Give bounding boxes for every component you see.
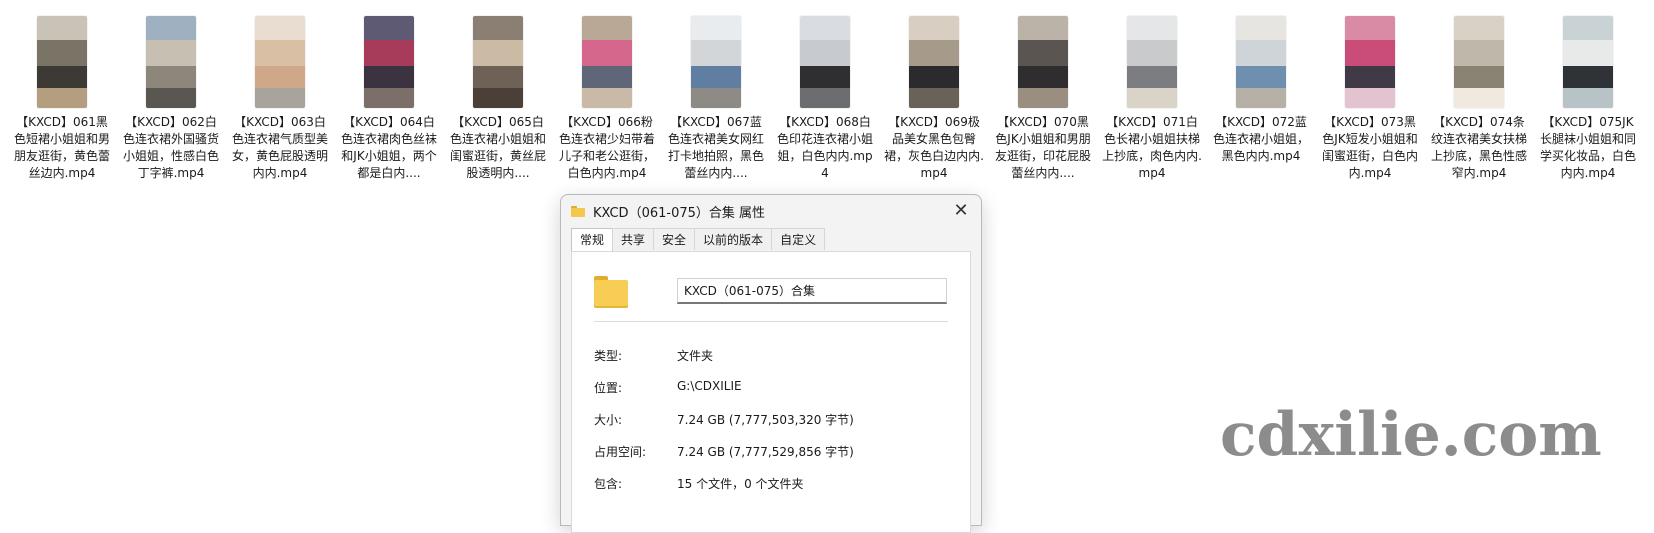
prop-value: 7.24 GB (7,777,529,856 字节)	[677, 445, 854, 459]
tab-sharing[interactable]: 共享	[612, 228, 655, 250]
tab-security[interactable]: 安全	[653, 228, 696, 250]
video-thumbnail	[909, 16, 959, 108]
video-thumbnail	[473, 16, 523, 108]
prop-value: G:\CDXILIE	[677, 379, 742, 393]
folder-icon	[571, 205, 585, 217]
prop-label: 包含:	[594, 477, 623, 491]
file-item[interactable]: 【KXCD】061黑色短裙小姐姐和男朋友逛街，黄色蕾丝边内.mp4	[12, 16, 112, 182]
video-thumbnail	[1018, 16, 1068, 108]
file-name: 【KXCD】062白色连衣裙外国骚货小姐姐，性感白色丁字裤.mp4	[122, 115, 219, 180]
file-name: 【KXCD】067蓝色连衣裙美女网红打卡地拍照，黑色蕾丝内内....	[667, 115, 764, 180]
file-name: 【KXCD】071白色长裙小姐姐扶梯上抄底，肉色内内.mp4	[1102, 115, 1202, 180]
file-item[interactable]: 【KXCD】075JK长腿袜小姐姐和同学买化妆品，白色内内.mp4	[1538, 16, 1638, 182]
file-item[interactable]: 【KXCD】065白色连衣裙小姐姐和闺蜜逛街，黄丝屁股透明内....	[448, 16, 548, 182]
tab-general[interactable]: 常规	[571, 228, 614, 252]
video-thumbnail	[37, 16, 87, 108]
file-name: 【KXCD】069极品美女黑色包臀裙，灰色白边内内.mp4	[884, 115, 984, 180]
file-name: 【KXCD】066粉色连衣裙少妇带着儿子和老公逛街，白色内内.mp4	[558, 115, 655, 180]
video-thumbnail	[800, 16, 850, 108]
file-name: 【KXCD】063白色连衣裙气质型美女，黄色屁股透明内内.mp4	[231, 115, 328, 180]
file-name: 【KXCD】072蓝色连衣裙小姐姐，黑色内内.mp4	[1212, 115, 1309, 163]
video-thumbnail	[1454, 16, 1504, 108]
file-name: 【KXCD】074条纹连衣裙美女扶梯上抄底，黑色性感窄内.mp4	[1430, 115, 1527, 180]
video-thumbnail	[582, 16, 632, 108]
file-item[interactable]: 【KXCD】068白色印花连衣裙小姐姐，白色内内.mp4	[775, 16, 875, 182]
file-item[interactable]: 【KXCD】073黑色JK短发小姐姐和闺蜜逛街，白色内内.mp4	[1320, 16, 1420, 182]
prop-value: 7.24 GB (7,777,503,320 字节)	[677, 413, 854, 427]
watermark: cdxilie.com	[1220, 400, 1602, 470]
video-thumbnail	[1345, 16, 1395, 108]
prop-label: 大小:	[594, 413, 623, 427]
divider	[594, 321, 948, 322]
prop-value: 15 个文件，0 个文件夹	[677, 477, 804, 491]
dialog-tabs: 常规 共享 安全 以前的版本 自定义	[571, 228, 826, 252]
file-item[interactable]: 【KXCD】064白色连衣裙肉色丝袜和JK小姐姐，两个都是白内....	[339, 16, 439, 182]
folder-icon	[594, 276, 628, 308]
properties-dialog: KXCD（061-075）合集 属性 ✕ 常规 共享 安全 以前的版本 自定义 …	[560, 194, 982, 533]
file-name: 【KXCD】068白色印花连衣裙小姐姐，白色内内.mp4	[776, 115, 873, 180]
file-item[interactable]: 【KXCD】071白色长裙小姐姐扶梯上抄底，肉色内内.mp4	[1102, 16, 1202, 182]
video-thumbnail	[255, 16, 305, 108]
file-name: 【KXCD】064白色连衣裙肉色丝袜和JK小姐姐，两个都是白内....	[340, 115, 437, 180]
video-thumbnail	[146, 16, 196, 108]
file-name: 【KXCD】065白色连衣裙小姐姐和闺蜜逛街，黄丝屁股透明内....	[449, 115, 546, 180]
file-item[interactable]: 【KXCD】069极品美女黑色包臀裙，灰色白边内内.mp4	[884, 16, 984, 182]
video-thumbnail	[1236, 16, 1286, 108]
file-item[interactable]: 【KXCD】063白色连衣裙气质型美女，黄色屁股透明内内.mp4	[230, 16, 330, 182]
video-thumbnail	[691, 16, 741, 108]
prop-label: 占用空间:	[594, 445, 647, 459]
video-thumbnail	[1127, 16, 1177, 108]
file-name: 【KXCD】061黑色短裙小姐姐和男朋友逛街，黄色蕾丝边内.mp4	[13, 115, 110, 180]
file-item[interactable]: 【KXCD】074条纹连衣裙美女扶梯上抄底，黑色性感窄内.mp4	[1429, 16, 1529, 182]
tab-customize[interactable]: 自定义	[771, 228, 826, 250]
prop-value: 文件夹	[677, 349, 714, 363]
prop-label: 位置:	[594, 381, 623, 395]
file-name: 【KXCD】075JK长腿袜小姐姐和同学买化妆品，白色内内.mp4	[1539, 115, 1636, 180]
dialog-titlebar[interactable]: KXCD（061-075）合集 属性 ✕	[561, 195, 981, 227]
file-name: 【KXCD】073黑色JK短发小姐姐和闺蜜逛街，白色内内.mp4	[1321, 115, 1418, 180]
file-item[interactable]: 【KXCD】062白色连衣裙外国骚货小姐姐，性感白色丁字裤.mp4	[121, 16, 221, 182]
file-name: 【KXCD】070黑色JK小姐姐和男朋友逛街，印花屁股蕾丝内内....	[994, 115, 1091, 180]
general-pane: KXCD（061-075）合集 类型: 文件夹 位置: G:\CDXILIE 大…	[571, 251, 971, 533]
file-grid: 【KXCD】061黑色短裙小姐姐和男朋友逛街，黄色蕾丝边内.mp4 【KXCD】0…	[12, 16, 1652, 186]
prop-label: 类型:	[594, 349, 623, 363]
folder-name-field[interactable]: KXCD（061-075）合集	[677, 278, 947, 304]
video-thumbnail	[1563, 16, 1613, 108]
tab-previous-versions[interactable]: 以前的版本	[694, 228, 773, 250]
file-item[interactable]: 【KXCD】066粉色连衣裙少妇带着儿子和老公逛街，白色内内.mp4	[557, 16, 657, 182]
file-item[interactable]: 【KXCD】070黑色JK小姐姐和男朋友逛街，印花屁股蕾丝内内....	[993, 16, 1093, 182]
file-item[interactable]: 【KXCD】067蓝色连衣裙美女网红打卡地拍照，黑色蕾丝内内....	[666, 16, 766, 182]
file-item[interactable]: 【KXCD】072蓝色连衣裙小姐姐，黑色内内.mp4	[1211, 16, 1311, 165]
video-thumbnail	[364, 16, 414, 108]
close-icon[interactable]: ✕	[949, 199, 973, 223]
dialog-title: KXCD（061-075）合集 属性	[593, 205, 766, 221]
